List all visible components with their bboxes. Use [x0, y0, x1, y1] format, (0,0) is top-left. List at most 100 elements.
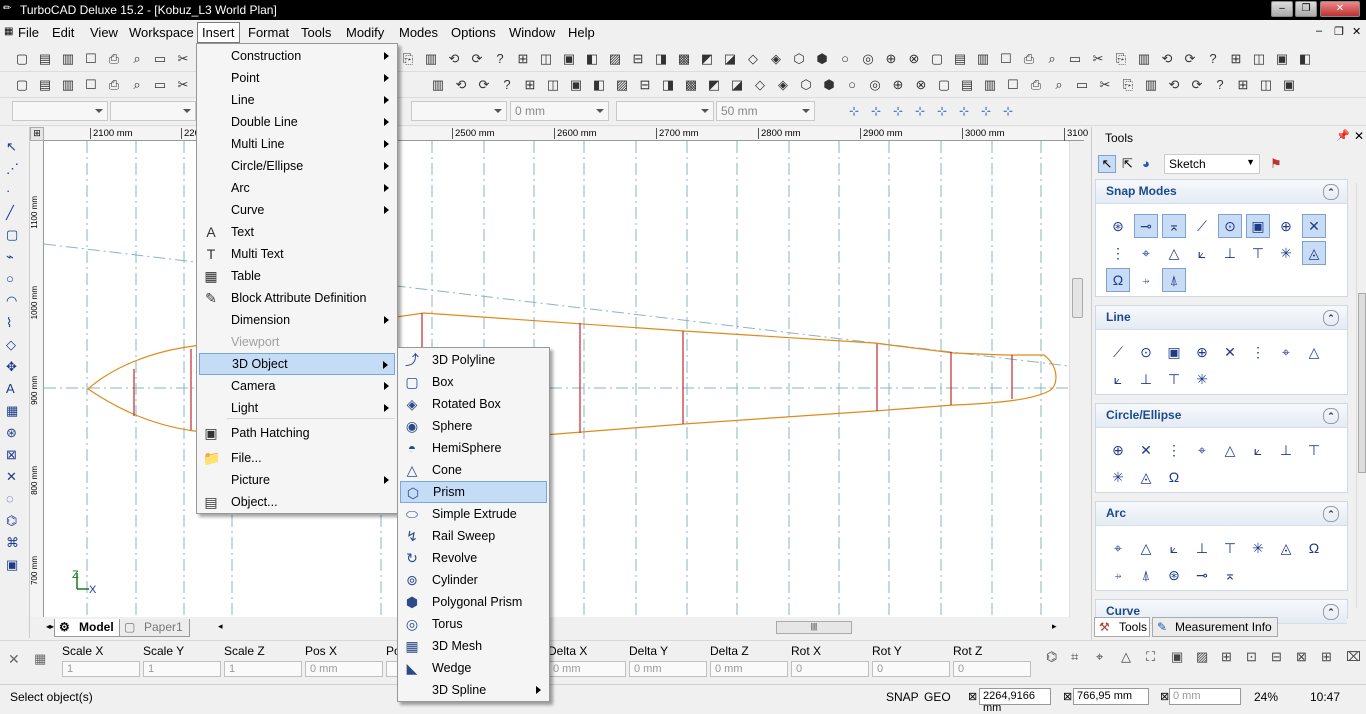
insert-menu-item-construction[interactable]: Construction	[199, 45, 395, 67]
grid-inspector-icon[interactable]: ▦	[34, 651, 46, 667]
tool-icon-0-16[interactable]: Ω	[1106, 268, 1130, 292]
pattern-combo[interactable]	[616, 101, 714, 121]
tb1-icon-41[interactable]: ⟲	[1159, 51, 1175, 67]
tool-icon-1-6[interactable]: ⌖	[1278, 344, 1294, 360]
tool-icon-0-10[interactable]: △	[1166, 245, 1182, 261]
tb1-icon-38[interactable]: ✂	[1090, 51, 1106, 67]
tb1-icon-31[interactable]: ▢	[929, 51, 945, 67]
tool-icon-0-1[interactable]: ⊸	[1134, 214, 1158, 238]
tool-icon-3-2[interactable]: ⟀	[1166, 540, 1182, 556]
tb2-icon-30[interactable]: ⊗	[913, 77, 929, 93]
section-header[interactable]: Arc	[1096, 502, 1347, 526]
tool-icon-2-8[interactable]: ✳	[1110, 469, 1126, 485]
insert-menu-item-3d-object[interactable]: 3D Object	[199, 353, 395, 375]
tb1-icon-3[interactable]: ☐	[83, 51, 99, 67]
x-coordinate[interactable]: 2264,9166 mm	[979, 688, 1051, 714]
tool-icon-3-8[interactable]: ⍆	[1110, 567, 1126, 583]
tb1-icon-23[interactable]: ◇	[745, 51, 761, 67]
insert-menu-item-circle-ellipse[interactable]: Circle/Ellipse	[199, 155, 395, 177]
tb2-icon-35[interactable]: ⎙	[1028, 77, 1044, 93]
tb2-icon-10[interactable]: ⟲	[453, 77, 469, 93]
object3d-item-wedge[interactable]: Wedge ◣	[400, 657, 547, 679]
tool-icon-3-9[interactable]: ⍋	[1138, 567, 1154, 583]
tb1-icon-1[interactable]: ▤	[37, 51, 53, 67]
insert-menu-item-camera[interactable]: Camera	[199, 375, 395, 397]
tb1-icon-12[interactable]: ?	[492, 51, 508, 67]
tool-icon-0-7[interactable]: ✕	[1302, 214, 1326, 238]
tb1-icon-20[interactable]: ▩	[676, 51, 692, 67]
tb2-icon-31[interactable]: ▢	[936, 77, 952, 93]
insert-menu-item-text[interactable]: Text A	[199, 221, 395, 243]
tool-icon-3-7[interactable]: Ω	[1306, 540, 1322, 556]
tb2-icon-43[interactable]: ?	[1212, 77, 1228, 93]
object3d-item-hemisphere[interactable]: HemiSphere ◓	[400, 437, 547, 459]
tb2-icon-4[interactable]: ⎙	[106, 77, 122, 93]
tool-icon-2-0[interactable]: ⊕	[1110, 442, 1126, 458]
tool-icon-0-15[interactable]: ◬	[1302, 241, 1326, 265]
object3d-item-sphere[interactable]: Sphere ◉	[400, 415, 547, 437]
pin-icon[interactable]: 📌	[1336, 129, 1350, 142]
tb2-icon-5[interactable]: ⌕	[129, 77, 145, 93]
tb1-icon-14[interactable]: ◫	[538, 51, 554, 67]
edit-tool-icon[interactable]: ⇱	[1122, 156, 1133, 172]
camera-tool-icon[interactable]: ⚑	[1270, 156, 1282, 172]
tb2-icon-15[interactable]: ▣	[568, 77, 584, 93]
left-tool-icon-4[interactable]: ▢	[6, 227, 18, 243]
insert-menu-item-light[interactable]: Light	[199, 397, 395, 419]
field-input[interactable]: 0 mm	[710, 661, 788, 677]
tb2-icon-34[interactable]: ☐	[1005, 77, 1021, 93]
close-inspector-icon[interactable]: ✕	[8, 651, 20, 668]
tb1-icon-43[interactable]: ?	[1205, 51, 1221, 67]
object3d-item-polygonal-prism[interactable]: Polygonal Prism ⬢	[400, 591, 547, 613]
section-header[interactable]: Line	[1096, 306, 1347, 330]
left-tool-icon-3[interactable]: ╱	[6, 205, 14, 221]
tb1-icon-40[interactable]: ▥	[1136, 51, 1152, 67]
field-input[interactable]: 0	[872, 661, 950, 677]
hscroll-thumb[interactable]: |||	[776, 621, 852, 634]
field-input[interactable]: 1	[224, 661, 302, 677]
tb2-icon-25[interactable]: ⬡	[798, 77, 814, 93]
tb1-icon-16[interactable]: ◧	[584, 51, 600, 67]
tb2-icon-29[interactable]: ⊕	[890, 77, 906, 93]
tb2-icon-17[interactable]: ▨	[614, 77, 630, 93]
insert-menu-item-table[interactable]: Table ▦	[199, 265, 395, 287]
object3d-item-simple-extrude[interactable]: Simple Extrude ⬭	[400, 503, 547, 525]
tool-icon-0-6[interactable]: ⊕	[1278, 218, 1294, 234]
tb1-icon-7[interactable]: ✂	[175, 51, 191, 67]
tb2-icon-23[interactable]: ◇	[752, 77, 768, 93]
insert-menu-item-line[interactable]: Line	[199, 89, 395, 111]
inspector-action-icon-11[interactable]: ⊞	[1321, 649, 1332, 665]
tb1-icon-28[interactable]: ◎	[860, 51, 876, 67]
tool-icon-0-3[interactable]: ⟋	[1194, 218, 1210, 234]
insert-menu-item-curve[interactable]: Curve	[199, 199, 395, 221]
panel-close-icon[interactable]: ✕	[1354, 129, 1364, 143]
ruler-corner-icon[interactable]: ⊞	[30, 127, 44, 141]
inspector-action-icon-5[interactable]: ▣	[1171, 649, 1183, 665]
tab-paper1[interactable]: ▢ Paper1	[119, 619, 190, 637]
menu-file[interactable]: File	[14, 24, 43, 41]
pen-combo[interactable]	[411, 101, 507, 121]
tb1-icon-25[interactable]: ⬡	[791, 51, 807, 67]
tb1-icon-27[interactable]: ○	[837, 51, 853, 67]
left-tool-icon-11[interactable]: A	[6, 381, 15, 396]
tb2-icon-40[interactable]: ▥	[1143, 77, 1159, 93]
tb2-icon-44[interactable]: ⊞	[1235, 77, 1251, 93]
menu-edit[interactable]: Edit	[48, 24, 78, 41]
tb1-icon-24[interactable]: ◈	[768, 51, 784, 67]
left-tool-icon-9[interactable]: ◇	[6, 337, 16, 353]
vertical-scrollbar[interactable]	[1069, 141, 1085, 617]
tb2-icon-38[interactable]: ✂	[1097, 77, 1113, 93]
field-input[interactable]: 0	[953, 661, 1031, 677]
tool-icon-3-0[interactable]: ⌖	[1110, 540, 1126, 556]
left-tool-icon-5[interactable]: ⌁	[6, 249, 14, 265]
insert-menu-item-double-line[interactable]: Double Line	[199, 111, 395, 133]
scale-combo[interactable]: 50 mm	[716, 101, 815, 121]
inspector-action-icon-1[interactable]: ⌗	[1071, 649, 1078, 665]
tool-icon-2-2[interactable]: ⋮	[1166, 442, 1182, 458]
tool-icon-2-1[interactable]: ✕	[1138, 442, 1154, 458]
left-tool-icon-2[interactable]: ·	[6, 183, 10, 198]
mdi-close-icon[interactable]: ✕	[1352, 25, 1361, 38]
tb1-icon-18[interactable]: ⊟	[630, 51, 646, 67]
insert-menu-item-dimension[interactable]: Dimension	[199, 309, 395, 331]
hscroll-left-icon[interactable]: ◂	[218, 621, 223, 632]
